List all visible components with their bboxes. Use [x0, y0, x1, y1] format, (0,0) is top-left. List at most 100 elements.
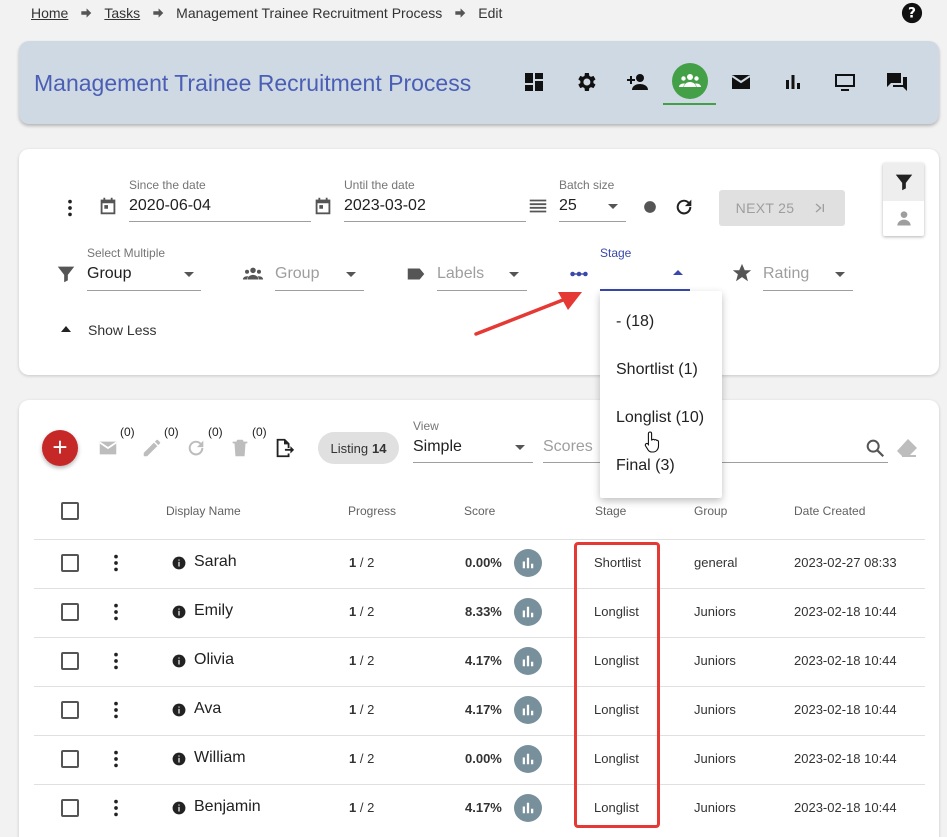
dashboard-icon[interactable]	[522, 70, 546, 94]
since-date-label: Since the date	[129, 178, 206, 192]
listing-label: Listing	[330, 440, 369, 456]
circle-icon	[644, 201, 656, 213]
row-date-created: 2023-02-18 10:44	[794, 604, 897, 619]
refresh-icon[interactable]	[673, 196, 695, 218]
eraser-icon[interactable]	[894, 436, 920, 460]
row-score-chart-button[interactable]	[514, 745, 542, 773]
gear-icon[interactable]	[574, 70, 598, 94]
more-vert-icon[interactable]	[59, 197, 81, 219]
labels-select[interactable]: Labels	[437, 265, 484, 283]
row-score-chart-button[interactable]	[514, 647, 542, 675]
row-checkbox[interactable]	[61, 554, 79, 572]
stage-option-none[interactable]: - (18)	[616, 313, 654, 331]
participants-tab[interactable]	[672, 63, 708, 99]
row-display-name[interactable]: Olivia	[194, 651, 234, 669]
row-score: 4.17%	[465, 653, 502, 668]
row-checkbox[interactable]	[61, 652, 79, 670]
next-batch-button[interactable]: NEXT 25	[719, 190, 845, 226]
forum-icon[interactable]	[885, 70, 909, 94]
row-checkbox[interactable]	[61, 603, 79, 621]
rating-select[interactable]: Rating	[763, 265, 809, 283]
add-participant-button[interactable]: +	[42, 430, 78, 466]
row-progress-total: / 2	[356, 604, 375, 619]
calendar-icon[interactable]	[97, 195, 119, 217]
info-icon[interactable]	[172, 703, 186, 717]
more-vert-icon[interactable]	[105, 797, 127, 819]
more-vert-icon[interactable]	[105, 552, 127, 574]
row-progress: 1 / 2	[349, 604, 374, 619]
select-all-checkbox[interactable]	[61, 502, 79, 520]
listing-chip: Listing 14	[318, 432, 399, 464]
calendar-icon[interactable]	[312, 195, 334, 217]
chevron-down-icon	[515, 445, 525, 450]
view-label: View	[413, 419, 439, 433]
batch-size-select[interactable]: 25	[559, 197, 577, 215]
row-progress: 1 / 2	[349, 653, 374, 668]
more-vert-icon[interactable]	[105, 748, 127, 770]
row-score-chart-button[interactable]	[514, 598, 542, 626]
stage-option-longlist[interactable]: Longlist (10)	[616, 409, 704, 427]
info-icon[interactable]	[172, 605, 186, 619]
row-date-created: 2023-02-18 10:44	[794, 751, 897, 766]
row-display-name[interactable]: Ava	[194, 700, 221, 718]
row-score-chart-button[interactable]	[514, 696, 542, 724]
row-display-name[interactable]: Sarah	[194, 553, 237, 571]
row-display-name[interactable]: Benjamin	[194, 798, 261, 816]
info-icon[interactable]	[172, 556, 186, 570]
row-score: 4.17%	[465, 702, 502, 717]
row-checkbox[interactable]	[61, 750, 79, 768]
edit-icon[interactable]	[141, 437, 163, 459]
row-score-chart-button[interactable]	[514, 794, 542, 822]
bar-chart-icon	[522, 704, 534, 716]
stage-option-shortlist[interactable]: Shortlist (1)	[616, 361, 698, 379]
row-date-created: 2023-02-18 10:44	[794, 653, 897, 668]
info-icon[interactable]	[172, 752, 186, 766]
email-icon[interactable]	[97, 437, 119, 459]
row-display-name[interactable]: William	[194, 749, 246, 767]
group-multi-select[interactable]: Group	[87, 265, 131, 283]
more-vert-icon[interactable]	[105, 650, 127, 672]
scores-search-input[interactable]: Scores	[543, 438, 593, 456]
row-score: 8.33%	[465, 604, 502, 619]
info-icon[interactable]	[172, 654, 186, 668]
refresh-icon[interactable]	[185, 437, 207, 459]
col-score[interactable]: Score	[464, 504, 495, 518]
page-title: Management Trainee Recruitment Process	[34, 70, 472, 96]
col-group[interactable]: Group	[694, 504, 727, 518]
stage-column-highlight	[574, 542, 660, 828]
bar-chart-icon	[522, 557, 534, 569]
stage-option-final[interactable]: Final (3)	[616, 457, 675, 475]
more-vert-icon[interactable]	[105, 699, 127, 721]
bar-chart-icon[interactable]	[781, 70, 805, 94]
more-vert-icon[interactable]	[105, 601, 127, 623]
group-select[interactable]: Group	[275, 265, 319, 283]
row-score: 4.17%	[465, 800, 502, 815]
delete-icon[interactable]	[229, 437, 251, 459]
show-less-button[interactable]: Show Less	[88, 322, 156, 338]
until-date-input[interactable]: 2023-03-02	[344, 197, 426, 215]
since-date-input[interactable]: 2020-06-04	[129, 197, 211, 215]
help-icon[interactable]: ?	[901, 2, 923, 24]
monitor-icon[interactable]	[833, 70, 857, 94]
info-icon[interactable]	[172, 801, 186, 815]
col-progress[interactable]: Progress	[348, 504, 396, 518]
row-display-name[interactable]: Emily	[194, 602, 233, 620]
col-date-created[interactable]: Date Created	[794, 504, 865, 518]
view-select[interactable]: Simple	[413, 438, 462, 456]
breadcrumb-tasks-link[interactable]: Tasks	[104, 5, 140, 21]
filter-tab[interactable]	[883, 163, 924, 201]
row-checkbox[interactable]	[61, 701, 79, 719]
row-progress-total: / 2	[356, 555, 375, 570]
col-display-name[interactable]: Display Name	[166, 504, 241, 518]
search-icon[interactable]	[864, 437, 886, 459]
col-stage[interactable]: Stage	[595, 504, 626, 518]
row-checkbox[interactable]	[61, 799, 79, 817]
export-icon[interactable]	[273, 437, 295, 459]
row-score-chart-button[interactable]	[514, 549, 542, 577]
chevron-down-icon	[346, 272, 356, 277]
person-icon[interactable]	[894, 208, 914, 228]
breadcrumb-home-link[interactable]: Home	[31, 5, 68, 21]
label-icon	[407, 268, 425, 280]
email-icon[interactable]	[729, 70, 753, 94]
person-add-icon[interactable]	[625, 70, 649, 94]
